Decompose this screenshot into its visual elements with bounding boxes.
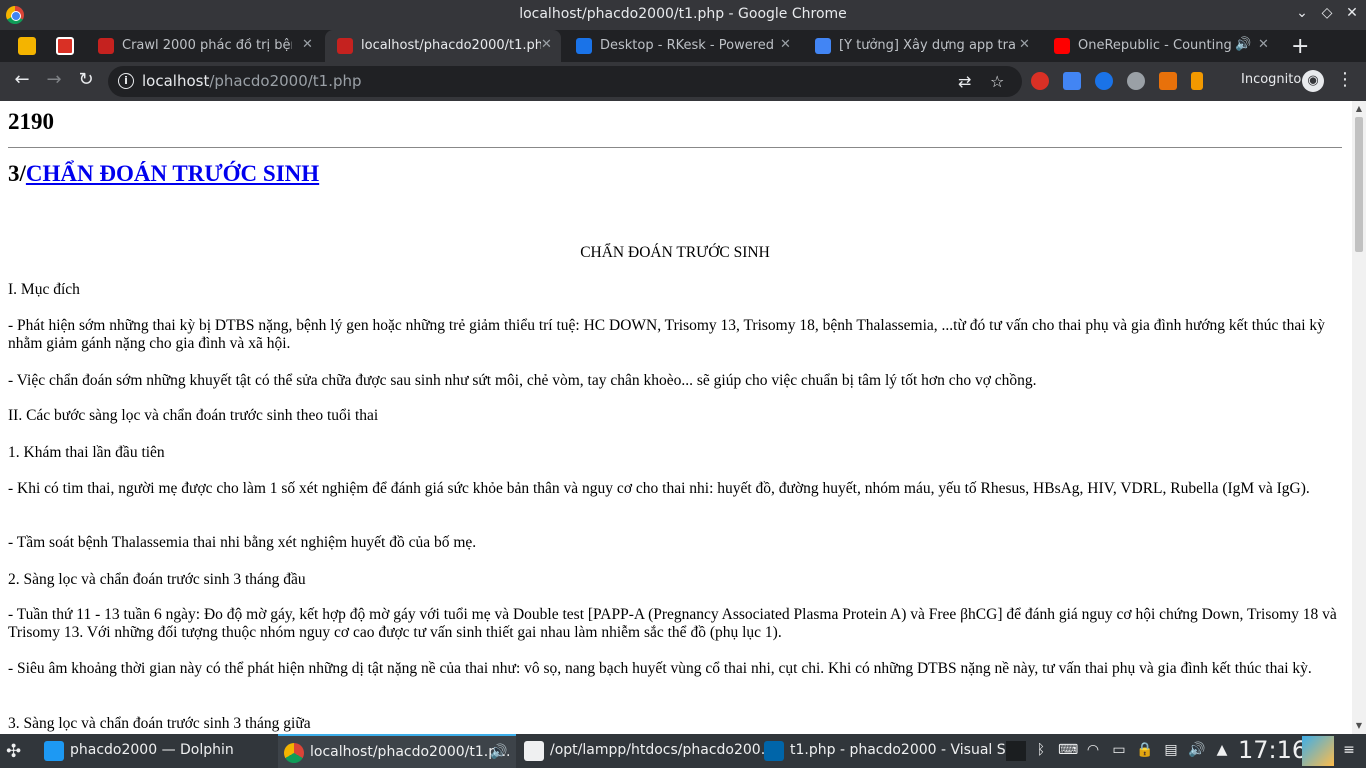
tab-strip: Crawl 2000 phác đồ trị bệnh ✕ localhost/… (0, 30, 1366, 62)
docs-icon (815, 38, 831, 54)
paragraph: - Tầm soát bệnh Thalassemia thai nhi bằn… (8, 534, 477, 551)
pinned-tab-icon[interactable] (18, 37, 36, 55)
browser-toolbar: ← → ↻ i localhost/phacdo2000/t1.php ⇄ ☆ … (0, 62, 1366, 101)
paragraph: I. Mục đích (8, 281, 80, 298)
section-link[interactable]: CHẨN ĐOÁN TRƯỚC SINH (26, 161, 319, 186)
forward-icon[interactable]: → (43, 69, 65, 90)
k-logo-icon (576, 38, 592, 54)
task-vscode[interactable]: t1.php - phacdo2000 - Visual St... (758, 734, 1025, 768)
task-label: t1.php - phacdo2000 - Visual St... (790, 742, 1025, 758)
page-content: 2190 3/CHẨN ĐOÁN TRƯỚC SINH CHẨN ĐOÁN TR… (0, 101, 1352, 734)
close-tab-icon[interactable]: ✕ (541, 37, 552, 52)
page-id-heading: 2190 (8, 109, 54, 134)
close-tab-icon[interactable]: ✕ (1258, 37, 1269, 52)
file-icon (524, 741, 544, 761)
youtube-icon (1054, 38, 1070, 54)
paragraph: - Việc chẩn đoán sớm những khuyết tật có… (8, 372, 1037, 389)
back-icon[interactable]: ← (11, 69, 33, 90)
paragraph: 2. Sàng lọc và chẩn đoán trước sinh 3 th… (8, 571, 306, 588)
menu-icon[interactable]: ⋮ (1336, 69, 1354, 90)
task-label: /opt/lampp/htdocs/phacdo200... (550, 742, 775, 758)
chrome-icon (284, 743, 304, 763)
extension-j-icon[interactable] (1095, 72, 1113, 90)
reload-icon[interactable]: ↻ (75, 69, 97, 90)
paragraph: - Tuần thứ 11 - 13 tuần 6 ngày: Đo độ mờ… (8, 606, 1337, 641)
speaker-icon: 🔊 (490, 744, 508, 760)
info-icon[interactable]: i (118, 73, 134, 89)
window-title: localhost/phacdo2000/t1.php - Google Chr… (519, 6, 847, 22)
speaker-icon[interactable]: 🔊 (1235, 37, 1251, 52)
section-heading: 3/CHẨN ĐOÁN TRƯỚC SINH (8, 161, 319, 187)
volume-icon[interactable]: 🔊 (1188, 742, 1206, 758)
vscode-icon (764, 741, 784, 761)
lock-icon[interactable]: 🔒 (1136, 742, 1154, 758)
wifi-icon[interactable]: ◠ (1084, 742, 1102, 758)
center-title: CHẨN ĐOÁN TRƯỚC SINH (580, 244, 770, 261)
app-launcher-icon[interactable]: ✣ (6, 741, 21, 762)
bluetooth-icon[interactable]: ᛒ (1032, 742, 1050, 758)
url-path: /phacdo2000/t1.php (209, 72, 362, 90)
cherry-icon (98, 38, 114, 54)
pinned-tab-icon[interactable] (56, 37, 74, 55)
extension-translate-icon[interactable] (1063, 72, 1081, 90)
paragraph: - Siêu âm khoảng thời gian này có thể ph… (8, 660, 1312, 677)
scroll-up-icon[interactable]: ▲ (1352, 104, 1366, 113)
tab-label: [Ý tưởng] Xây dựng app tra c (839, 38, 1015, 53)
tab-label: Desktop - RKesk - Powered by (600, 38, 776, 53)
maximize-icon[interactable]: ◇ (1318, 5, 1336, 21)
clipboard-icon[interactable]: ▤ (1162, 742, 1180, 758)
star-icon[interactable]: ☆ (990, 72, 1004, 91)
paragraph: - Phát hiện sớm những thai kỳ bị DTBS nặ… (8, 317, 1325, 352)
scroll-thumb[interactable] (1355, 117, 1363, 252)
keyboard-icon[interactable]: ⌨ (1058, 742, 1078, 758)
vertical-scrollbar[interactable]: ▲ ▼ (1352, 101, 1366, 734)
tab-label: Crawl 2000 phác đồ trị bệnh (122, 38, 292, 53)
battery-icon[interactable]: ▭ (1110, 742, 1128, 758)
divider (8, 147, 1342, 148)
taskbar: ✣ phacdo2000 — Dolphin localhost/phacdo2… (0, 734, 1366, 768)
extension-puzzle-icon[interactable] (1159, 72, 1177, 90)
window-titlebar: localhost/phacdo2000/t1.php - Google Chr… (0, 0, 1366, 30)
paragraph: 1. Khám thai lần đầu tiên (8, 444, 165, 461)
task-file[interactable]: /opt/lampp/htdocs/phacdo200... (518, 734, 774, 768)
tray-expand-icon[interactable]: ▲ (1213, 742, 1231, 758)
close-tab-icon[interactable]: ✕ (1019, 37, 1030, 52)
section-prefix: 3/ (8, 161, 26, 186)
tab-idea[interactable]: [Ý tưởng] Xây dựng app tra c ✕ (803, 30, 1039, 62)
incognito-icon[interactable]: ◉ (1302, 70, 1324, 92)
tab-crawl[interactable]: Crawl 2000 phác đồ trị bệnh ✕ (86, 30, 322, 62)
task-dolphin[interactable]: phacdo2000 — Dolphin (38, 734, 276, 768)
close-tab-icon[interactable]: ✕ (302, 37, 313, 52)
close-window-icon[interactable]: ✕ (1343, 5, 1361, 21)
task-chrome[interactable]: localhost/phacdo2000/t1.p... 🔊 (278, 734, 516, 768)
incognito-label: Incognito (1241, 72, 1302, 87)
cherry-icon (337, 38, 353, 54)
new-tab-button[interactable]: + (1291, 34, 1309, 59)
steam-icon[interactable] (1006, 741, 1026, 761)
task-label: phacdo2000 — Dolphin (70, 742, 234, 758)
tab-t1[interactable]: localhost/phacdo2000/t1.php ✕ (325, 30, 561, 62)
extension-bulb-icon[interactable] (1127, 72, 1145, 90)
translate-icon[interactable]: ⇄ (958, 72, 971, 91)
tab-rkesk[interactable]: Desktop - RKesk - Powered by ✕ (564, 30, 800, 62)
tab-label: localhost/phacdo2000/t1.php (361, 38, 541, 53)
address-url[interactable]: localhost/phacdo2000/t1.php (142, 72, 362, 90)
paragraph: 3. Sàng lọc và chẩn đoán trước sinh 3 th… (8, 715, 311, 732)
panel-menu-icon[interactable]: ≡ (1340, 742, 1358, 758)
paragraph: - Khi có tim thai, người mẹ được cho làm… (8, 480, 1310, 497)
scroll-down-icon[interactable]: ▼ (1352, 721, 1366, 730)
url-host: localhost (142, 72, 210, 90)
task-label: localhost/phacdo2000/t1.p... (310, 744, 511, 760)
close-tab-icon[interactable]: ✕ (780, 37, 791, 52)
clock[interactable]: 17:16 (1238, 736, 1307, 764)
tab-youtube[interactable]: OneRepublic - Counting S 🔊 ✕ (1042, 30, 1278, 62)
show-desktop-icon[interactable] (1302, 736, 1334, 766)
paragraph: II. Các bước sàng lọc và chẩn đoán trước… (8, 407, 379, 424)
tab-label: OneRepublic - Counting S (1078, 38, 1233, 53)
extension-stop-icon[interactable] (1031, 72, 1049, 90)
folder-icon (44, 741, 64, 761)
minimize-icon[interactable]: ⌄ (1293, 5, 1311, 21)
address-bar[interactable]: i localhost/phacdo2000/t1.php ⇄ ☆ (108, 66, 1022, 97)
extension-flag-icon[interactable] (1191, 72, 1203, 90)
